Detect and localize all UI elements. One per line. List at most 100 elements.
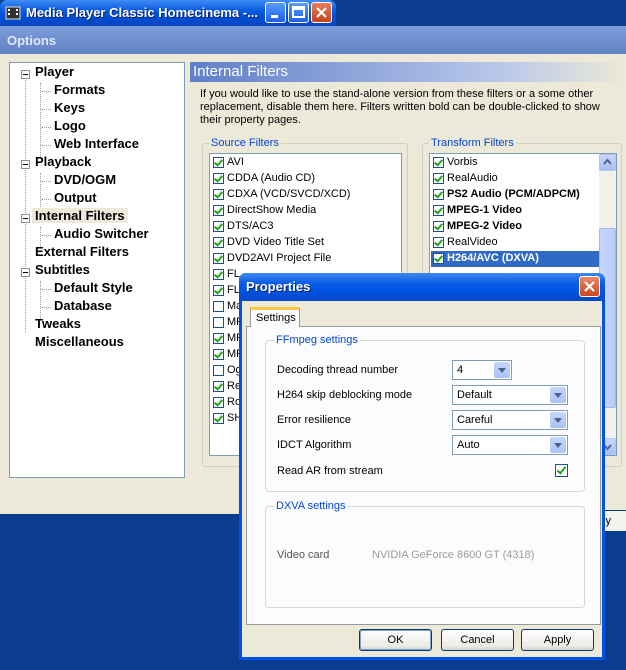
tab-settings-label: Settings bbox=[256, 312, 296, 324]
panel-description: If you would like to use the stand-alone… bbox=[200, 88, 600, 126]
checkbox[interactable] bbox=[433, 205, 444, 216]
list-item-label: CDDA (Audio CD) bbox=[227, 172, 316, 184]
checkbox[interactable] bbox=[433, 253, 444, 264]
tree-item-database[interactable]: Database bbox=[54, 298, 112, 313]
checkbox[interactable] bbox=[213, 301, 224, 312]
maximize-icon bbox=[292, 6, 305, 18]
tree-item-web-interface[interactable]: Web Interface bbox=[54, 136, 139, 151]
close-button[interactable] bbox=[311, 2, 332, 23]
list-item[interactable]: Vorbis bbox=[431, 155, 599, 171]
checkbox[interactable] bbox=[433, 157, 444, 168]
checkbox[interactable] bbox=[213, 397, 224, 408]
chevron-down-icon bbox=[494, 362, 510, 378]
checkbox[interactable] bbox=[213, 333, 224, 344]
list-item-label: MPEG-1 Video bbox=[447, 204, 522, 216]
transform-filters-label: Transform Filters bbox=[429, 137, 516, 149]
tree-line bbox=[41, 199, 51, 200]
list-item-label: H264/AVC (DXVA) bbox=[447, 252, 539, 264]
options-tree[interactable]: Player Formats Keys Logo Web Interface P… bbox=[9, 62, 185, 478]
apply-button[interactable]: Apply bbox=[521, 629, 594, 651]
list-item[interactable]: MPEG-2 Video bbox=[431, 219, 599, 235]
app-title: Media Player Classic Homecinema -... bbox=[26, 5, 258, 20]
list-item[interactable]: PS2 Audio (PCM/ADPCM) bbox=[431, 187, 599, 203]
tree-line bbox=[41, 109, 51, 110]
error-resilience-select[interactable]: Careful bbox=[452, 410, 568, 430]
tree-item-keys[interactable]: Keys bbox=[54, 100, 85, 115]
tree-item-dvd-ogm[interactable]: DVD/OGM bbox=[54, 172, 116, 187]
collapse-playback-icon[interactable] bbox=[21, 160, 30, 169]
tree-item-tweaks[interactable]: Tweaks bbox=[35, 316, 81, 331]
h264-skip-label: H264 skip deblocking mode bbox=[277, 389, 413, 401]
tree-item-logo[interactable]: Logo bbox=[54, 118, 86, 133]
options-title-bar[interactable]: Options bbox=[0, 26, 626, 54]
decoding-thread-value: 4 bbox=[457, 364, 464, 376]
ok-button[interactable]: OK bbox=[359, 629, 432, 651]
checkbox[interactable] bbox=[213, 365, 224, 376]
collapse-player-icon[interactable] bbox=[21, 70, 30, 79]
checkbox[interactable] bbox=[213, 221, 224, 232]
properties-close-button[interactable] bbox=[579, 276, 600, 297]
checkbox[interactable] bbox=[213, 349, 224, 360]
checkbox[interactable] bbox=[433, 189, 444, 200]
collapse-subtitles-icon[interactable] bbox=[21, 268, 30, 277]
checkbox[interactable] bbox=[433, 221, 444, 232]
checkbox[interactable] bbox=[213, 157, 224, 168]
decoding-thread-select[interactable]: 4 bbox=[452, 360, 512, 380]
video-card-label: Video card bbox=[277, 549, 330, 561]
h264-skip-value: Default bbox=[457, 389, 492, 401]
app-title-bar[interactable]: Media Player Classic Homecinema -... bbox=[0, 0, 336, 26]
checkbox[interactable] bbox=[213, 237, 224, 248]
checkbox[interactable] bbox=[213, 285, 224, 296]
checkbox[interactable] bbox=[213, 413, 224, 424]
tree-line bbox=[40, 281, 41, 319]
properties-title-bar[interactable]: Properties bbox=[239, 273, 605, 301]
tree-item-player[interactable]: Player bbox=[35, 64, 74, 79]
tree-line bbox=[25, 75, 26, 333]
list-item-label: MPEG-2 Video bbox=[447, 220, 522, 232]
checkbox[interactable] bbox=[213, 173, 224, 184]
tree-item-external-filters[interactable]: External Filters bbox=[35, 244, 129, 259]
checkbox[interactable] bbox=[213, 205, 224, 216]
chevron-down-icon bbox=[550, 437, 566, 453]
tree-item-default-style[interactable]: Default Style bbox=[54, 280, 133, 295]
h264-skip-select[interactable]: Default bbox=[452, 385, 568, 405]
ffmpeg-settings-label: FFmpeg settings bbox=[274, 334, 360, 346]
minimize-button[interactable] bbox=[265, 2, 286, 23]
tree-item-formats[interactable]: Formats bbox=[54, 82, 105, 97]
source-filters-label: Source Filters bbox=[209, 137, 281, 149]
checkbox[interactable] bbox=[213, 317, 224, 328]
checkbox[interactable] bbox=[433, 173, 444, 184]
options-title: Options bbox=[7, 33, 57, 48]
close-icon bbox=[584, 281, 595, 292]
list-item[interactable]: RealVideo bbox=[431, 235, 599, 251]
list-item-label: DVD Video Title Set bbox=[227, 236, 325, 248]
read-ar-checkbox[interactable] bbox=[555, 464, 568, 477]
tab-settings[interactable]: Settings bbox=[250, 307, 300, 327]
collapse-internal-filters-icon[interactable] bbox=[21, 214, 30, 223]
checkbox[interactable] bbox=[213, 253, 224, 264]
scroll-up-button[interactable] bbox=[599, 154, 616, 171]
properties-body: FFmpeg settings Decoding thread number 4… bbox=[242, 301, 602, 657]
checkbox[interactable] bbox=[213, 269, 224, 280]
list-item-label: FL bbox=[227, 284, 240, 296]
list-item[interactable]: MPEG-1 Video bbox=[431, 203, 599, 219]
tree-item-playback[interactable]: Playback bbox=[35, 154, 91, 169]
list-item-label: DVD2AVI Project File bbox=[227, 252, 332, 264]
tree-line bbox=[41, 235, 51, 236]
list-item-selected[interactable]: H264/AVC (DXVA) bbox=[431, 251, 599, 267]
checkbox[interactable] bbox=[213, 381, 224, 392]
tree-item-output[interactable]: Output bbox=[54, 190, 97, 205]
checkbox[interactable] bbox=[433, 237, 444, 248]
list-item[interactable]: RealAudio bbox=[431, 171, 599, 187]
panel-header: Internal Filters bbox=[190, 62, 626, 82]
tree-item-miscellaneous[interactable]: Miscellaneous bbox=[35, 334, 124, 349]
tree-item-audio-switcher[interactable]: Audio Switcher bbox=[54, 226, 149, 241]
tree-item-subtitles[interactable]: Subtitles bbox=[35, 262, 90, 277]
cancel-button[interactable]: Cancel bbox=[441, 629, 514, 651]
maximize-button[interactable] bbox=[288, 2, 309, 23]
checkbox[interactable] bbox=[213, 189, 224, 200]
idct-select[interactable]: Auto bbox=[452, 435, 568, 455]
read-ar-label: Read AR from stream bbox=[277, 465, 383, 477]
tree-item-internal-filters[interactable]: Internal Filters bbox=[32, 208, 128, 223]
list-item-label: FL bbox=[227, 268, 240, 280]
